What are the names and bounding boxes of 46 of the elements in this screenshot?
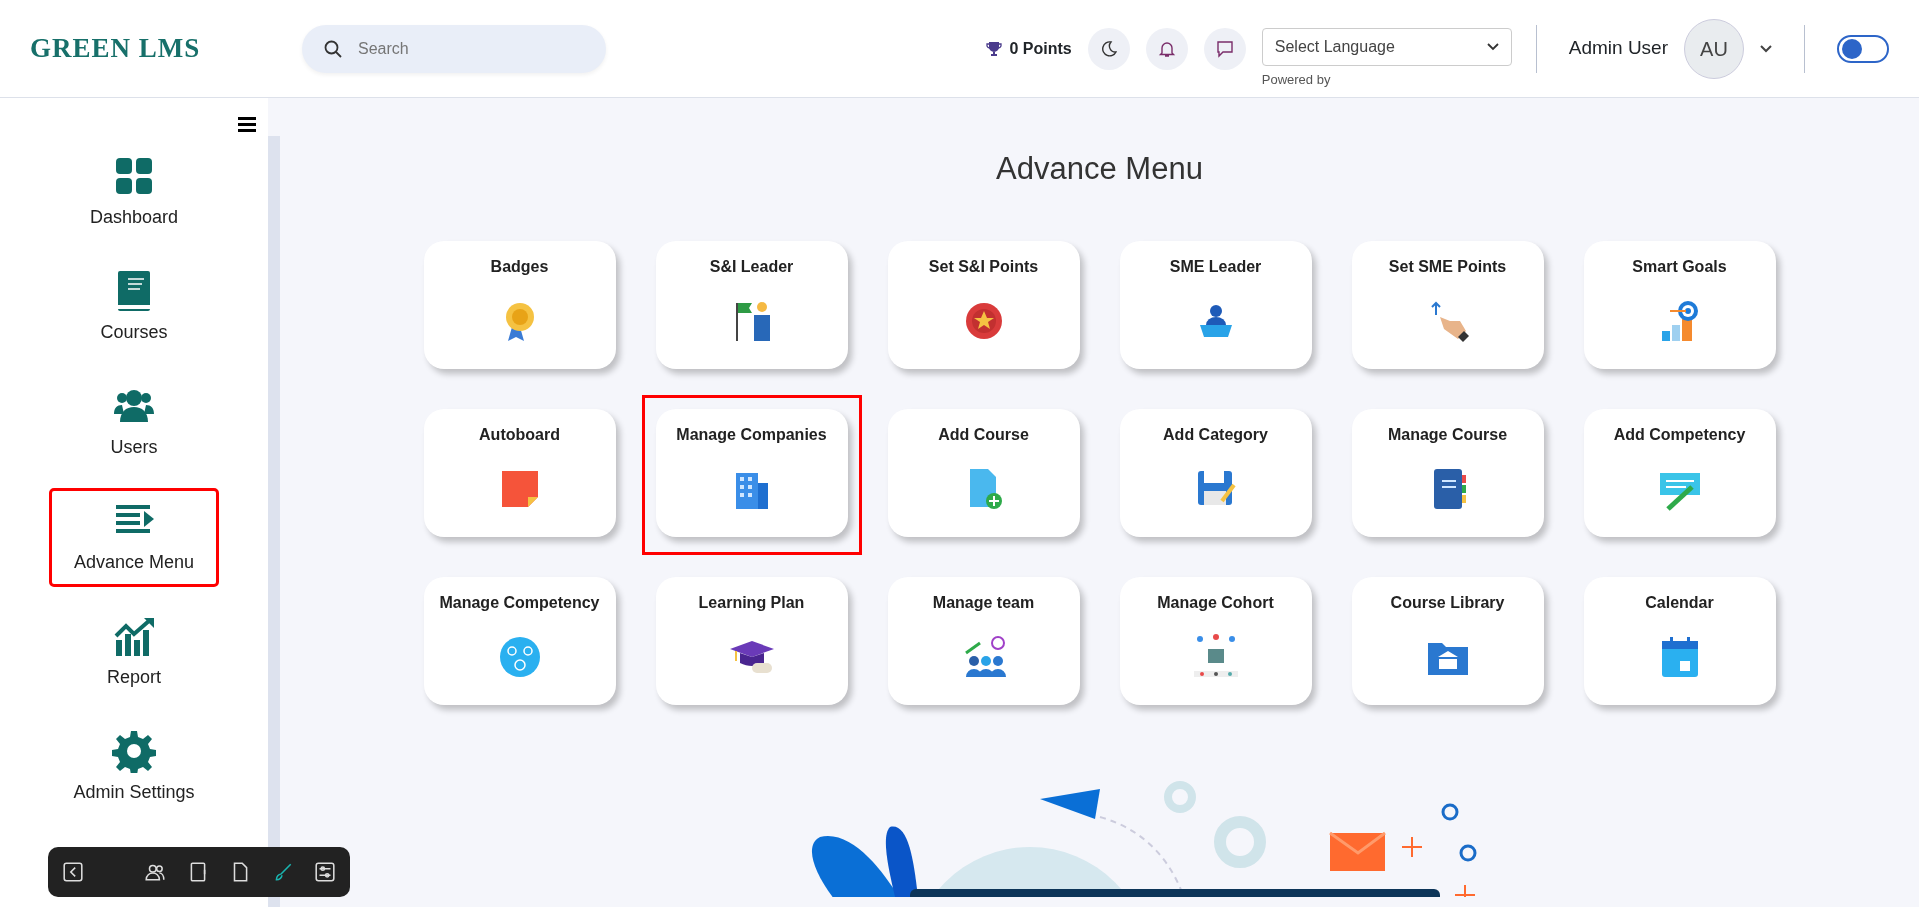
- sidebar-item[interactable]: Users: [110, 376, 158, 469]
- powered-by-text: Powered by: [1261, 70, 1331, 89]
- logo[interactable]: GREEN LMS: [30, 28, 302, 69]
- moon-icon: [1100, 40, 1117, 57]
- menu-tile[interactable]: Manage team: [887, 577, 1080, 706]
- menu-tile[interactable]: Manage Cohort: [1119, 577, 1312, 706]
- search-bar[interactable]: Search: [302, 24, 606, 73]
- scrollbar[interactable]: [268, 136, 280, 907]
- toggle-switch[interactable]: [1837, 34, 1889, 63]
- menu-tile[interactable]: SME Leader: [1119, 241, 1312, 370]
- trophy-icon: [985, 40, 1002, 57]
- sidebar-item[interactable]: Admin Settings: [73, 721, 195, 814]
- menu-tile[interactable]: Add Competency: [1583, 409, 1776, 538]
- menu-tile[interactable]: Add Course: [887, 409, 1080, 538]
- sidebar-item[interactable]: Courses: [100, 261, 168, 354]
- bell-icon: [1157, 39, 1176, 58]
- menu-tile[interactable]: Course Library: [1351, 577, 1544, 706]
- search-field[interactable]: Search: [356, 35, 556, 62]
- menu-tile[interactable]: Set SME Points: [1351, 241, 1544, 370]
- chat-icon: [1215, 39, 1234, 58]
- user-avatar[interactable]: AU: [1684, 18, 1744, 79]
- language-select[interactable]: Select Language: [1261, 27, 1512, 66]
- menu-tile[interactable]: Manage Companies: [655, 409, 848, 538]
- points-label: 0 Points: [1009, 38, 1072, 59]
- sidebar-item[interactable]: Advance Menu: [51, 491, 217, 584]
- menu-tile[interactable]: Learning Plan: [655, 577, 848, 706]
- menu-tile[interactable]: S&I Leader: [655, 241, 848, 370]
- search-icon: [324, 39, 342, 58]
- sliders-icon[interactable]: [313, 861, 336, 883]
- menu-tile[interactable]: Smart Goals: [1583, 241, 1776, 370]
- sidebar-item[interactable]: Dashboard: [89, 146, 179, 239]
- menu-tile[interactable]: Calendar: [1583, 577, 1776, 706]
- menu-tile[interactable]: Badges: [423, 241, 616, 370]
- back-icon[interactable]: [62, 861, 84, 883]
- menu-tile[interactable]: Manage Competency: [423, 577, 616, 706]
- page-title: Advance Menu: [996, 150, 1203, 188]
- chevron-icon[interactable]: [1760, 44, 1772, 53]
- menu-tile[interactable]: Autoboard: [423, 409, 616, 538]
- chevron-icon: [1486, 42, 1499, 51]
- menu-icon[interactable]: [238, 116, 256, 132]
- sidebar-item[interactable]: Report: [107, 606, 161, 699]
- user-name: Admin User: [1568, 36, 1668, 61]
- menu-tile[interactable]: Set S&I Points: [887, 241, 1080, 370]
- menu-tile[interactable]: Manage Course: [1351, 409, 1544, 538]
- settings-icon: [112, 729, 156, 773]
- menu-tile[interactable]: Add Category: [1119, 409, 1312, 538]
